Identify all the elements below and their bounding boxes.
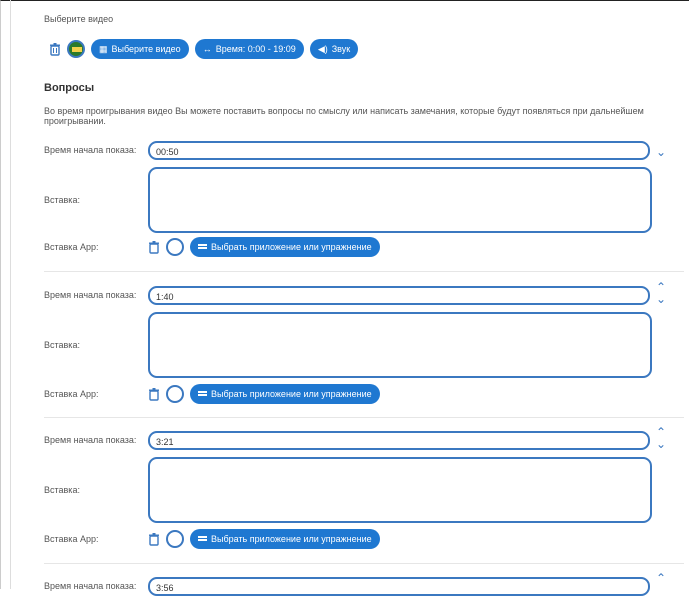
chevron-down-icon[interactable]: ⌄ (656, 146, 666, 158)
speaker-icon: ◀) (317, 43, 328, 54)
insert-app-label: Вставка App: (44, 389, 99, 399)
start-time-input[interactable]: 1:40 (148, 286, 650, 305)
insert-app-row: Выбрать приложение или упражнение (148, 236, 380, 258)
choose-app-label: Выбрать приложение или упражнение (211, 534, 372, 544)
questions-title: Вопросы (44, 82, 95, 94)
select-video-button[interactable]: ▦ Выберите видео (91, 39, 189, 59)
start-time-label: Время начала показа: (44, 145, 137, 155)
insert-label: Вставка: (44, 195, 80, 205)
insert-textarea[interactable] (148, 457, 652, 523)
divider (44, 417, 684, 418)
start-time-input[interactable]: 3:21 (148, 431, 650, 450)
choose-app-label: Выбрать приложение или упражнение (211, 389, 372, 399)
chevron-up-icon[interactable]: ⌃ (656, 572, 666, 584)
divider (44, 563, 684, 564)
chevron-down-icon[interactable]: ⌄ (656, 438, 666, 450)
choose-app-button[interactable]: Выбрать приложение или упражнение (190, 529, 380, 549)
time-range-button[interactable]: ↔ Время: 0:00 - 19:09 (194, 39, 304, 59)
chevron-up-icon[interactable]: ⌃ (656, 281, 666, 293)
insert-textarea[interactable] (148, 167, 652, 233)
start-time-label: Время начала показа: (44, 581, 137, 591)
choose-app-label: Выбрать приложение или упражнение (211, 242, 372, 252)
insert-app-label: Вставка App: (44, 242, 99, 252)
grid-icon (198, 243, 207, 251)
app-thumbnail (166, 238, 184, 256)
video-thumbnail (67, 40, 85, 58)
trash-icon[interactable] (148, 240, 160, 254)
insert-app-label: Вставка App: (44, 534, 99, 544)
divider (44, 271, 684, 272)
insert-app-row: Выбрать приложение или упражнение (148, 383, 380, 405)
chevron-down-icon[interactable]: ⌄ (656, 293, 666, 305)
arrows-icon: ↔ (202, 44, 212, 54)
questions-description: Во время проигрывания видео Вы можете по… (44, 106, 644, 126)
insert-app-row: Выбрать приложение или упражнение (148, 528, 380, 550)
start-time-input[interactable]: 3:56 (148, 577, 650, 596)
app-thumbnail (166, 530, 184, 548)
grid-icon (198, 390, 207, 398)
select-video-label: Выберите видео (111, 44, 181, 54)
time-range-label: Время: 0:00 - 19:09 (215, 44, 296, 54)
grid-icon (198, 535, 207, 543)
insert-label: Вставка: (44, 485, 80, 495)
trash-icon[interactable] (148, 387, 160, 401)
chevron-up-icon[interactable]: ⌃ (656, 426, 666, 438)
trash-icon[interactable] (49, 42, 61, 56)
sound-label: Звук (331, 44, 351, 54)
video-toolbar: ▦ Выберите видео ↔ Время: 0:00 - 19:09 ◀) З… (49, 37, 359, 61)
insert-label: Вставка: (44, 340, 80, 350)
film-icon: ▦ (99, 43, 108, 54)
insert-textarea[interactable] (148, 312, 652, 378)
trash-icon[interactable] (148, 532, 160, 546)
start-time-label: Время начала показа: (44, 435, 137, 445)
choose-app-button[interactable]: Выбрать приложение или упражнение (190, 384, 380, 404)
sound-button[interactable]: ◀) Звук (309, 39, 359, 59)
app-thumbnail (166, 385, 184, 403)
left-divider (10, 0, 11, 589)
choose-app-button[interactable]: Выбрать приложение или упражнение (190, 237, 380, 257)
start-time-input[interactable]: 00:50 (148, 141, 650, 160)
start-time-label: Время начала показа: (44, 290, 137, 300)
video-section-label: Выберите видео (44, 14, 114, 24)
